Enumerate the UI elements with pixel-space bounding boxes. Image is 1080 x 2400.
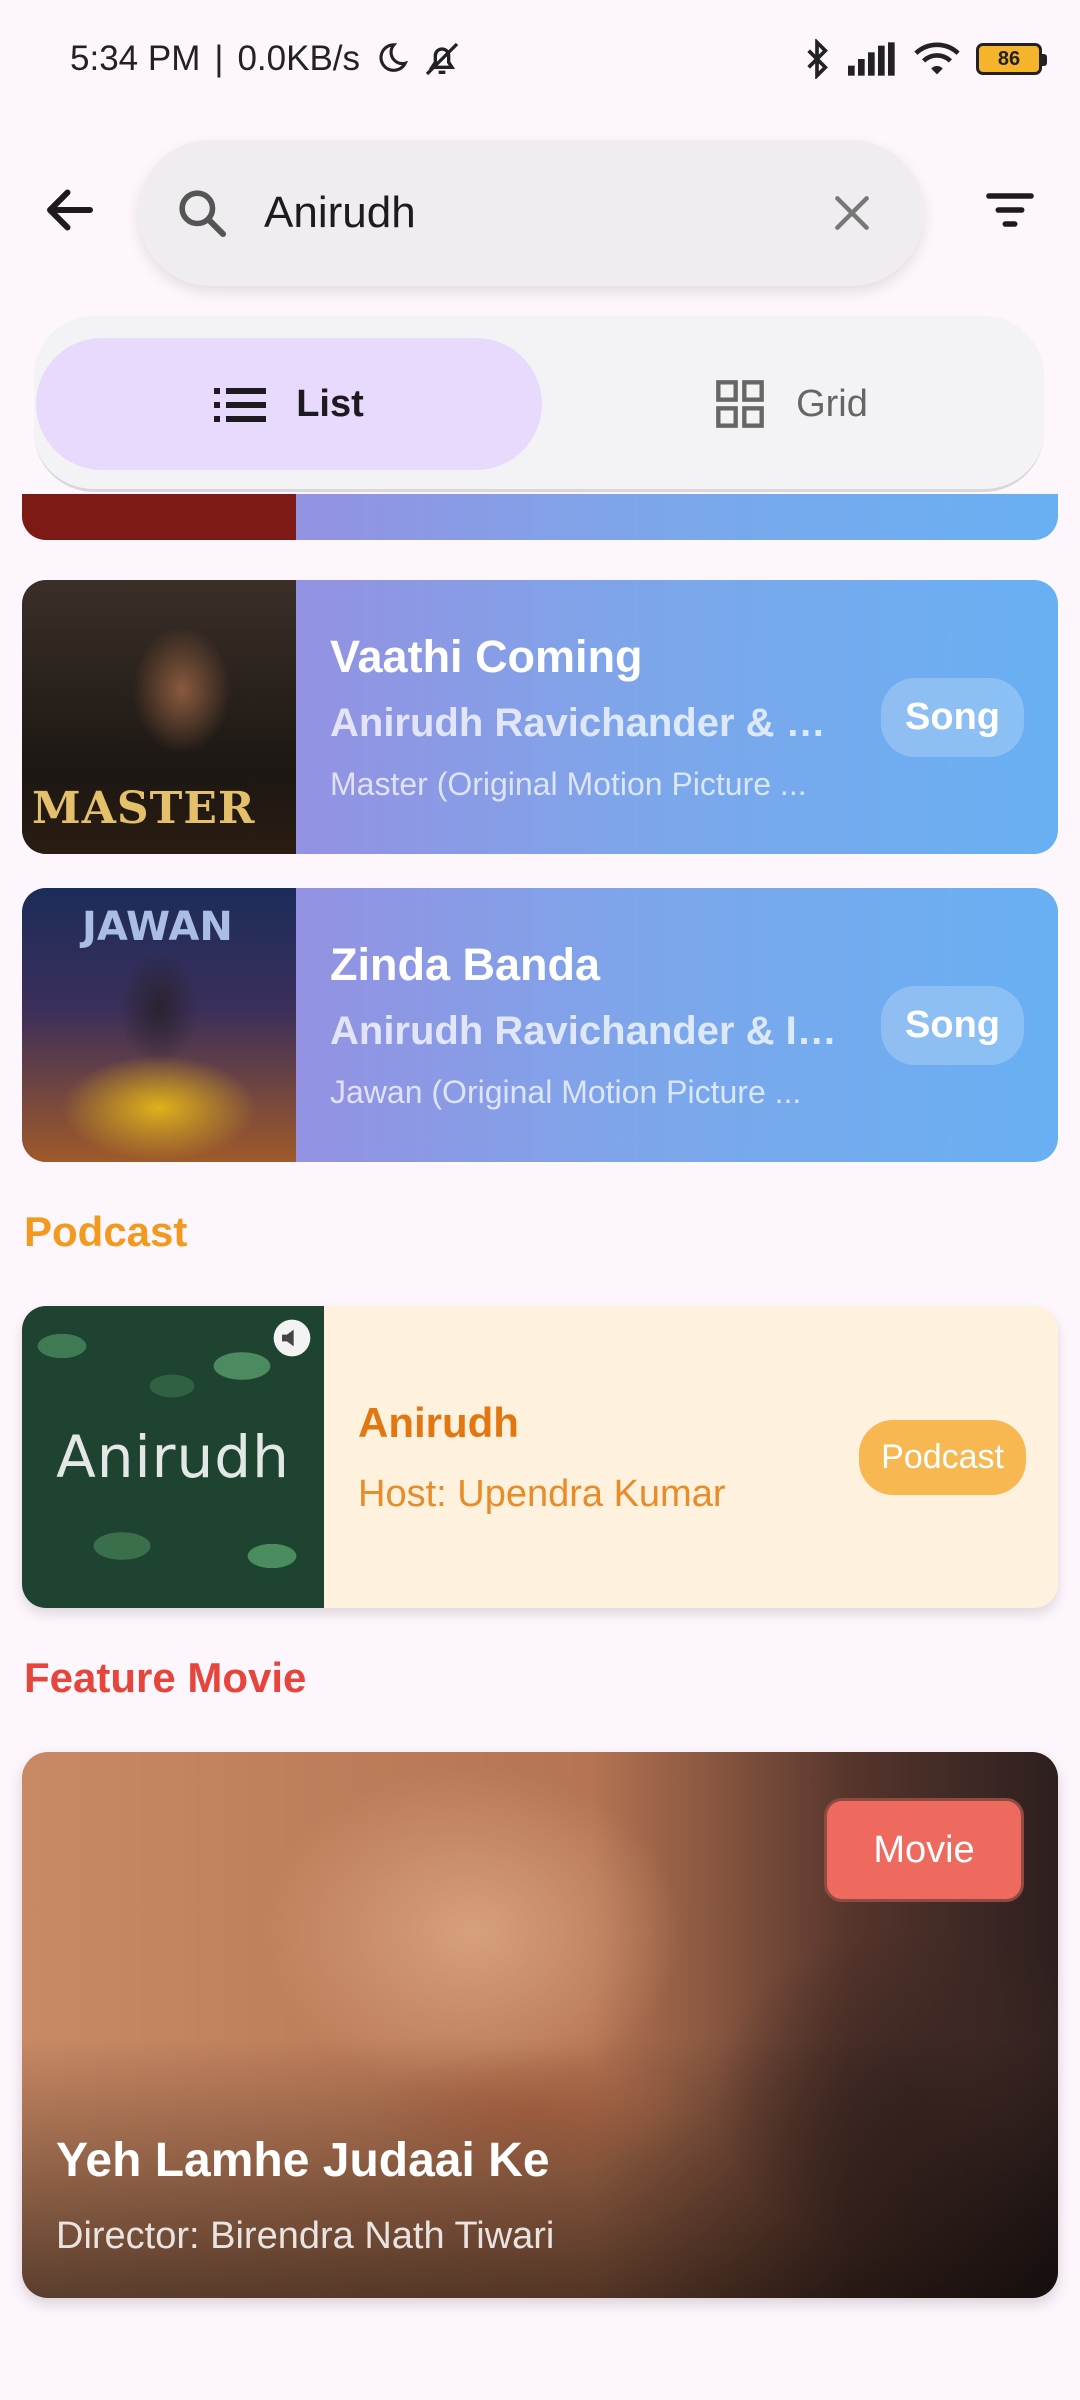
filter-icon (986, 193, 1034, 227)
back-arrow-icon (47, 189, 93, 231)
status-speed: 0.0KB/s (237, 39, 361, 78)
song-title: Zinda Banda (330, 939, 601, 990)
song-art-label: MASTER (32, 783, 256, 834)
clear-icon[interactable] (830, 191, 874, 235)
song-card[interactable]: MASTER Vaathi Coming Anirudh Ravichander… (22, 580, 1058, 854)
song-title: Vaathi Coming (330, 631, 643, 682)
movie-section-title: Feature Movie (24, 1654, 307, 1701)
podcast-art: Anirudh (22, 1306, 324, 1608)
podcast-badge: Podcast (859, 1419, 1026, 1495)
movie-card[interactable]: Movie Yeh Lamhe Judaai Ke Director: Bire… (22, 1752, 1058, 2298)
filter-button[interactable] (970, 170, 1050, 250)
song-art-label: JAWAN (82, 904, 233, 950)
list-icon (214, 388, 267, 422)
song-album: Jawan (Original Motion Picture ... (330, 1074, 802, 1110)
speaker-icon (273, 1319, 311, 1357)
back-button[interactable] (30, 170, 110, 250)
search-input[interactable]: Anirudh (264, 188, 830, 238)
search-bar[interactable]: Anirudh (138, 140, 924, 286)
battery-icon: 86 (976, 43, 1047, 75)
search-icon (179, 190, 227, 238)
podcast-info: Anirudh Host: Upendra Kumar (324, 1399, 859, 1516)
song-art: JAWAN (22, 888, 296, 1162)
signal-icon (848, 42, 895, 76)
song-art: MASTER (22, 580, 296, 854)
podcast-card[interactable]: Anirudh Anirudh Host: Upendra Kumar Podc… (22, 1306, 1058, 1608)
podcast-section-title: Podcast (24, 1208, 188, 1255)
status-right: 86 (802, 39, 1047, 79)
list-view-button[interactable]: List (36, 338, 542, 470)
grid-view-button[interactable]: Grid (538, 338, 1044, 470)
song-artist: Anirudh Ravichander & Ir... (330, 1009, 840, 1053)
movie-title: Yeh Lamhe Judaai Ke (56, 2134, 550, 2187)
movie-badge: Movie (824, 1798, 1024, 1902)
podcast-host: Host: Upendra Kumar (358, 1472, 726, 1515)
status-time: 5:34 PM (70, 39, 201, 78)
status-left: 5:34 PM | 0.0KB/s (70, 39, 462, 79)
song-info: Vaathi Coming Anirudh Ravichander & G...… (296, 631, 881, 803)
song-album: Master (Original Motion Picture ... (330, 766, 807, 802)
results-list[interactable]: MASTER Vaathi Coming Anirudh Ravichander… (0, 494, 1080, 2400)
song-artist: Anirudh Ravichander & G... (330, 701, 840, 745)
song-card[interactable]: JAWAN Zinda Banda Anirudh Ravichander & … (22, 888, 1058, 1162)
podcast-title: Anirudh (358, 1398, 519, 1446)
wifi-icon (914, 42, 960, 75)
status-separator: | (214, 39, 224, 78)
movie-director: Director: Birendra Nath Tiwari (56, 2215, 555, 2257)
view-toggle: List Grid (34, 316, 1044, 492)
song-info: Zinda Banda Anirudh Ravichander & Ir... … (296, 939, 881, 1111)
bluetooth-icon (807, 39, 828, 79)
list-view-label: List (296, 382, 364, 425)
podcast-art-label: Anirudh (56, 1423, 290, 1491)
moon-icon (379, 43, 409, 72)
silent-bell-icon (425, 42, 459, 76)
status-bar: 5:34 PM | 0.0KB/s 86 (0, 0, 1080, 118)
song-badge: Song (881, 985, 1024, 1065)
battery-level: 86 (997, 47, 1021, 70)
song-art-partial (22, 494, 296, 540)
grid-icon (716, 380, 764, 428)
song-card-partial[interactable] (22, 494, 1058, 540)
grid-view-label: Grid (796, 382, 868, 425)
song-badge: Song (881, 677, 1024, 757)
